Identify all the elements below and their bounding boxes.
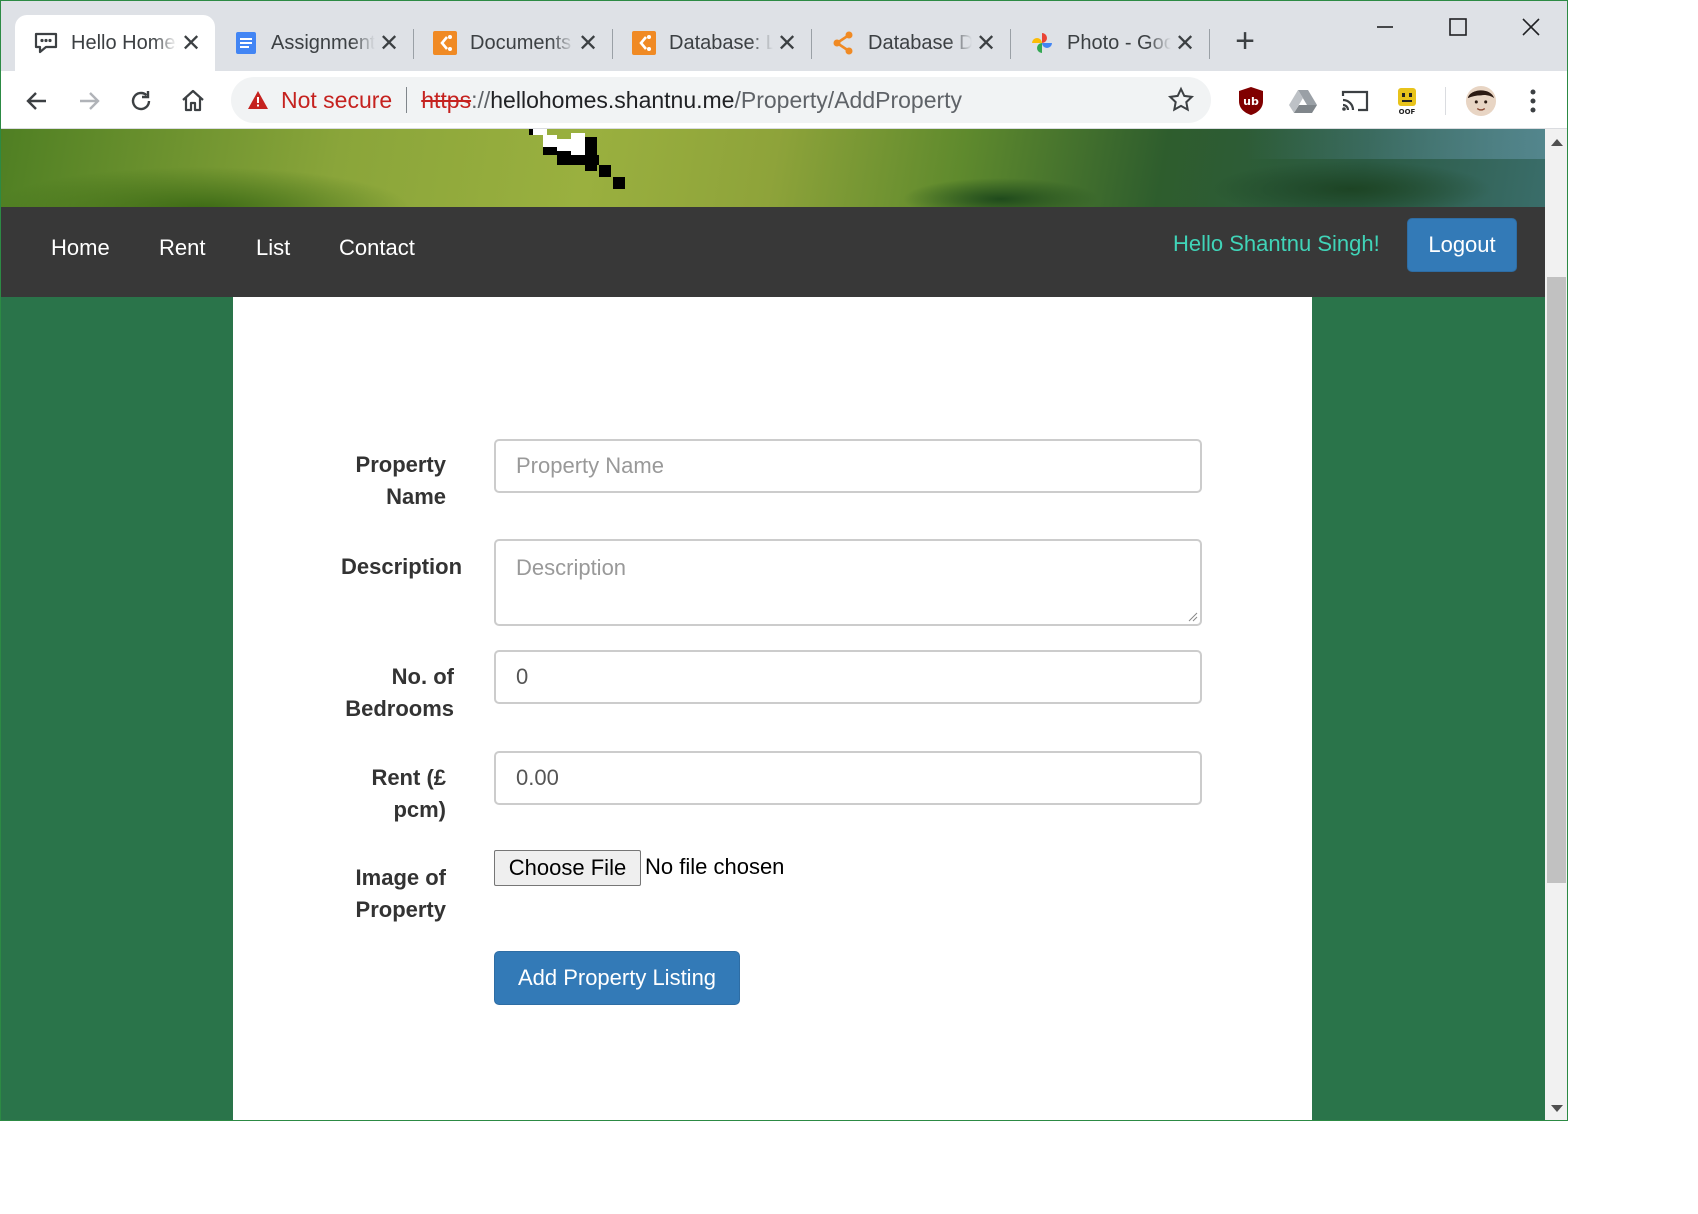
label-line: No. of: [391, 664, 454, 689]
label-line: Image of: [355, 865, 446, 890]
site-navbar: Home Rent List Contact Hello Shantnu Sin…: [1, 207, 1545, 297]
label-line: Property: [355, 897, 446, 922]
home-icon: [182, 89, 204, 112]
nav-contact[interactable]: Contact: [339, 235, 415, 261]
close-tab-icon[interactable]: ✕: [972, 29, 1000, 57]
url-path: /Property/AddProperty: [734, 86, 963, 113]
label-line: Property: [355, 452, 446, 477]
google-docs-icon: [233, 30, 259, 56]
banner-sky: [1245, 129, 1545, 159]
tab-title: Photo - Google: [1067, 31, 1171, 54]
page-scrollbar[interactable]: [1545, 129, 1567, 1120]
rent-input[interactable]: 0.00: [494, 751, 1202, 805]
share-nodes-icon: [830, 30, 856, 56]
oof-extension-icon[interactable]: OOF: [1391, 85, 1423, 117]
drive-extension-icon[interactable]: [1287, 85, 1319, 117]
bedrooms-input[interactable]: 0: [494, 650, 1202, 704]
tab-title: Hello Homes: [71, 31, 177, 54]
description-placeholder: Description: [516, 555, 627, 580]
label-line: Bedrooms: [345, 696, 454, 721]
maximize-icon: [1449, 18, 1467, 36]
close-tab-icon[interactable]: ✕: [375, 29, 403, 57]
close-tab-icon[interactable]: ✕: [574, 29, 602, 57]
orange-grid-icon: [631, 30, 657, 56]
logout-button[interactable]: Logout: [1407, 218, 1517, 272]
tab-hello-homes[interactable]: Hello Homes ✕: [15, 15, 215, 71]
browser-toolbar: Not secure https://hellohomes.shantnu.me…: [1, 71, 1567, 129]
cast-icon[interactable]: [1339, 85, 1371, 117]
menu-kebab-icon[interactable]: [1517, 85, 1549, 117]
tab-title: Documents: [470, 31, 572, 54]
minimize-button[interactable]: [1349, 5, 1421, 49]
reload-icon: [131, 91, 151, 111]
browser-window: Hello Homes ✕ Assignment ✕ Documents ✕ D…: [0, 0, 1568, 1121]
nav-rent[interactable]: Rent: [159, 235, 205, 261]
pinwheel-icon: [1029, 30, 1055, 56]
url-separator: ://: [471, 86, 491, 113]
pixel-logo-fragment: [529, 129, 625, 189]
tab-title: Database: L: [669, 31, 773, 54]
home-button[interactable]: [173, 81, 213, 121]
url-scheme: https: [421, 86, 472, 113]
image-label: Image of Property: [341, 862, 446, 926]
add-property-listing-button[interactable]: Add Property Listing: [494, 951, 740, 1005]
nav-home[interactable]: Home: [51, 235, 110, 261]
toolbar-divider: [1445, 87, 1446, 115]
property-name-label: Property Name: [341, 449, 446, 513]
bookmark-star-icon[interactable]: [1167, 86, 1195, 114]
chat-bubble-icon: [33, 30, 59, 56]
close-icon: [1522, 18, 1540, 36]
user-greeting: Hello Shantnu Singh!: [1173, 231, 1380, 256]
scrollbar-thumb[interactable]: [1547, 277, 1566, 883]
rent-label: Rent (£ pcm): [341, 762, 446, 826]
close-tab-icon[interactable]: ✕: [177, 29, 205, 57]
url-host: hellohomes.shantnu.me: [490, 86, 735, 113]
hero-banner-image: [1, 129, 1545, 207]
label-line: pcm): [393, 797, 446, 822]
file-status-text: No file chosen: [645, 854, 785, 879]
svg-text:ub: ub: [1243, 95, 1259, 108]
label-line: Name: [386, 484, 446, 509]
profile-avatar[interactable]: [1465, 85, 1497, 117]
tab-database-design[interactable]: Database Design ✕: [812, 15, 1010, 71]
orange-grid-icon: [432, 30, 458, 56]
close-tab-icon[interactable]: ✕: [1171, 29, 1199, 57]
nav-list[interactable]: List: [256, 235, 290, 261]
svg-text:OOF: OOF: [1399, 108, 1416, 116]
close-window-button[interactable]: [1495, 5, 1567, 49]
back-arrow-icon: [26, 92, 46, 110]
tab-strip: Hello Homes ✕ Assignment ✕ Documents ✕ D…: [1, 1, 1567, 71]
reload-button[interactable]: [121, 81, 161, 121]
ublock-extension-icon[interactable]: ub: [1235, 85, 1267, 117]
property-name-input[interactable]: Property Name: [494, 439, 1202, 493]
maximize-button[interactable]: [1422, 5, 1494, 49]
tab-database-l[interactable]: Database: L ✕: [613, 15, 811, 71]
tab-title: Assignment: [271, 31, 375, 54]
forward-button[interactable]: [69, 81, 109, 121]
back-button[interactable]: [17, 81, 57, 121]
description-label: Description: [341, 554, 463, 579]
add-property-form: Property Name Property Name Description …: [233, 297, 1312, 1120]
choose-file-button[interactable]: Choose File: [494, 850, 641, 886]
tab-title: Database Design: [868, 31, 972, 54]
not-secure-label[interactable]: Not secure: [281, 87, 392, 114]
bedrooms-label: No. of Bedrooms: [341, 661, 454, 725]
new-tab-button[interactable]: +: [1227, 22, 1263, 60]
tab-documents[interactable]: Documents ✕: [414, 15, 612, 71]
tab-assignment[interactable]: Assignment ✕: [215, 15, 413, 71]
warning-triangle-icon: [247, 90, 269, 110]
description-textarea[interactable]: Description: [494, 539, 1202, 626]
address-bar[interactable]: Not secure https://hellohomes.shantnu.me…: [231, 77, 1211, 123]
minimize-icon: [1377, 26, 1393, 28]
address-divider: [406, 87, 408, 113]
close-tab-icon[interactable]: ✕: [773, 29, 801, 57]
label-line: Rent (£: [371, 765, 446, 790]
scroll-up-arrow-icon[interactable]: [1551, 139, 1563, 146]
tab-separator: [1209, 29, 1210, 59]
tab-photo-google[interactable]: Photo - Google ✕: [1011, 15, 1209, 71]
scroll-down-arrow-icon[interactable]: [1551, 1105, 1563, 1112]
page-viewport: Home Rent List Contact Hello Shantnu Sin…: [1, 129, 1545, 1120]
forward-arrow-icon: [80, 92, 100, 110]
resize-handle-icon[interactable]: [1188, 612, 1198, 622]
